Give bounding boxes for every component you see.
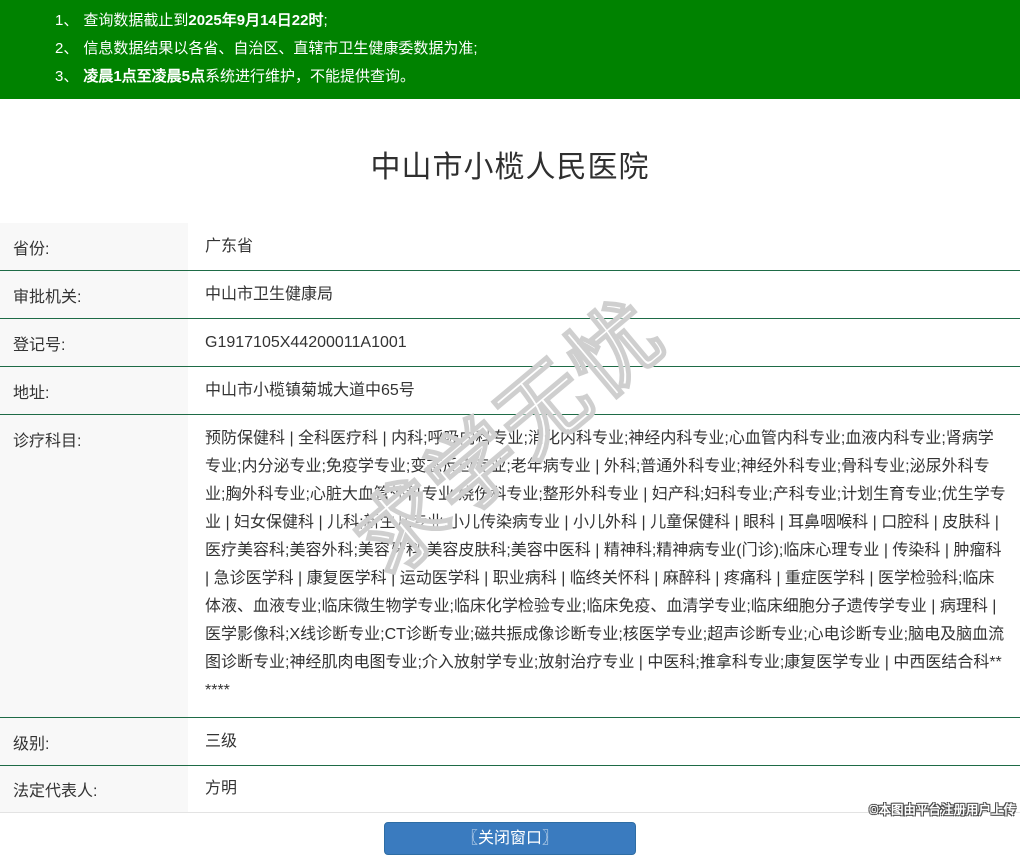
row-value: 广东省 [205,237,254,255]
notice-line-1: 1、 查询数据截止到2025年9月14日22时; [55,7,1010,35]
row-value: 中山市卫生健康局 [205,285,334,303]
notice-line-3: 3、 凌晨1点至凌晨5点系统进行维护，不能提供查询。 [55,63,1010,91]
table-row-approval-authority: 审批机关: 中山市卫生健康局 [0,271,1020,319]
button-row: 〖关闭窗口〗 [0,822,1020,855]
table-row-registration-number: 登记号: G1917105X44200011A1001 [0,319,1020,367]
table-row-legal-representative: 法定代表人: 方明 [0,766,1020,813]
row-value: G1917105X44200011A1001 [205,333,407,351]
notice-banner: 1、 查询数据截止到2025年9月14日22时; 2、 信息数据结果以各省、自治区、… [0,0,1020,99]
row-value: 预防保健科 | 全科医疗科 | 内科;呼吸内科专业;消化内科专业;神经内科专业;… [205,430,1006,699]
notice-number: 3、 [55,68,79,85]
credit-text: ©本图由平台注册用户上传 [869,803,1016,817]
row-label: 级别: [0,718,188,765]
row-label: 审批机关: [0,271,188,318]
row-label: 法定代表人: [0,766,188,812]
notice-text: 信息数据结果以各省、自治区、直辖市卫生健康委数据为准; [83,40,478,57]
table-row-province: 省份: 广东省 [0,223,1020,271]
notice-line-2: 2、 信息数据结果以各省、自治区、直辖市卫生健康委数据为准; [55,35,1010,63]
row-label: 诊疗科目: [0,415,188,717]
notice-number: 2、 [55,40,79,57]
row-value: 中山市小榄镇菊城大道中65号 [205,381,415,399]
hospital-info-table: 省份: 广东省 审批机关: 中山市卫生健康局 登记号: G1917105X442… [0,223,1020,813]
row-label: 地址: [0,367,188,414]
notice-text: 查询数据截止到 [83,12,189,29]
table-row-level: 级别: 三级 [0,718,1020,766]
notice-text: ; [323,12,328,29]
row-label: 省份: [0,223,188,270]
row-label: 登记号: [0,319,188,366]
table-row-address: 地址: 中山市小榄镇菊城大道中65号 [0,367,1020,415]
row-value: 三级 [205,732,238,750]
notice-text-bold: 凌晨1点至凌晨5点 [83,68,206,85]
notice-text-bold: 2025年9月14日22时 [188,12,324,29]
close-window-button[interactable]: 〖关闭窗口〗 [384,822,636,855]
notice-number: 1、 [55,12,79,29]
notice-text: 系统进行维护，不能提供查询。 [205,68,416,85]
page-title: 中山市小榄人民医院 [370,151,650,184]
table-row-medical-departments: 诊疗科目: 预防保健科 | 全科医疗科 | 内科;呼吸内科专业;消化内科专业;神… [0,415,1020,718]
